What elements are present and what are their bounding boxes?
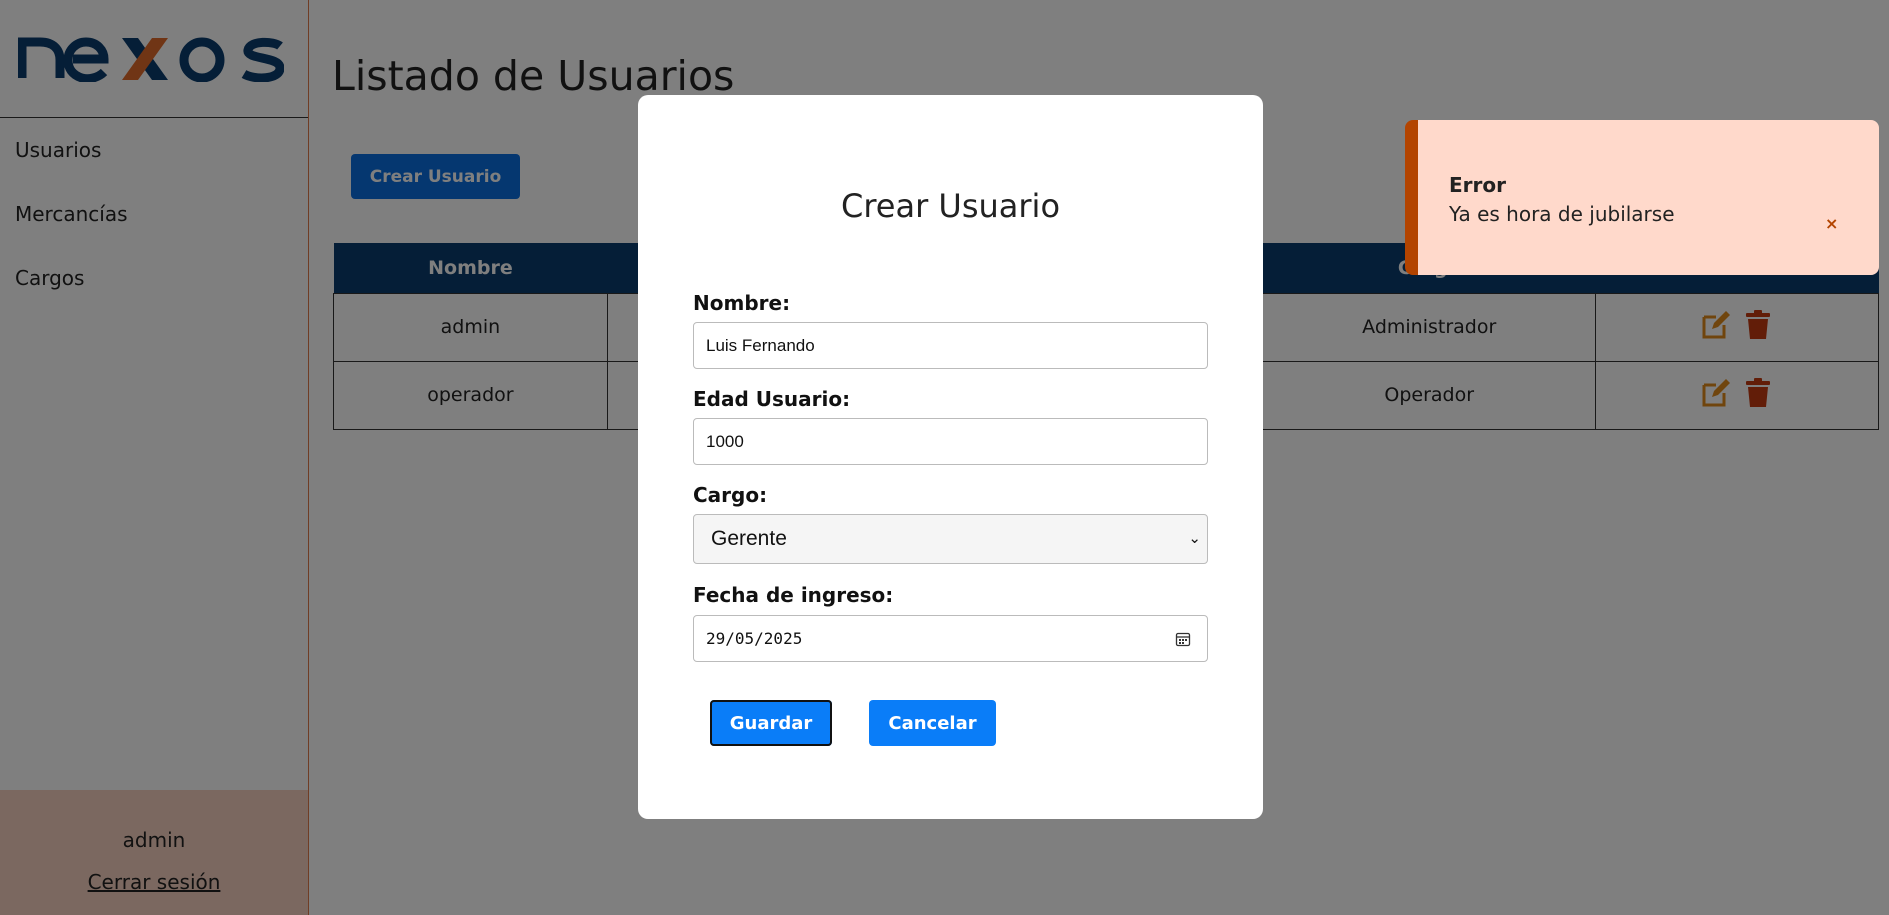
- error-toast: Error Ya es hora de jubilarse ×: [1405, 120, 1879, 275]
- cancel-button[interactable]: Cancelar: [869, 700, 996, 746]
- edad-label: Edad Usuario:: [693, 387, 851, 411]
- nombre-label: Nombre:: [693, 291, 791, 315]
- calendar-icon[interactable]: [1175, 631, 1191, 647]
- fecha-label: Fecha de ingreso:: [693, 583, 894, 607]
- nombre-input[interactable]: Luis Fernando: [693, 322, 1208, 369]
- cargo-selected-value: Gerente: [711, 527, 787, 550]
- modal-title: Crear Usuario: [840, 187, 1061, 225]
- chevron-down-icon: ⌄: [1188, 530, 1201, 547]
- close-icon[interactable]: ×: [1825, 214, 1838, 233]
- cargo-label: Cargo:: [693, 483, 768, 507]
- toast-message: Ya es hora de jubilarse: [1449, 202, 1675, 226]
- fecha-value: 29/05/2025: [706, 629, 803, 648]
- create-user-modal: Crear Usuario Nombre: Luis Fernando Edad…: [638, 95, 1263, 819]
- fecha-input[interactable]: 29/05/2025: [693, 615, 1208, 662]
- save-button[interactable]: Guardar: [710, 700, 832, 746]
- toast-title: Error: [1449, 173, 1506, 197]
- cargo-select[interactable]: Gerente ⌄: [693, 514, 1208, 564]
- edad-input[interactable]: 1000: [693, 418, 1208, 465]
